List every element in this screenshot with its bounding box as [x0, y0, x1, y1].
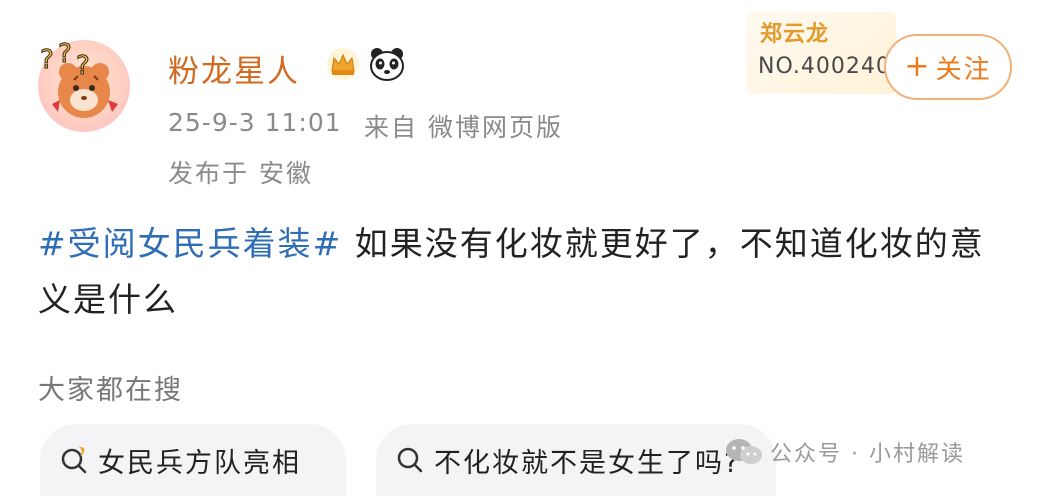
weibo-post-card: ? ? ? 粉龙星人 25-9-3 11:01 来自 微博网页版 发布于 安徽 … — [0, 0, 1040, 496]
svg-text:?: ? — [40, 45, 54, 75]
watermark: 公众号 · 小村解读 — [724, 436, 965, 468]
hashtag-link[interactable]: #受阅女民兵着装# — [38, 224, 342, 263]
fan-badge[interactable]: 郑云龙 NO.400240 — [746, 12, 896, 94]
post-source: 来自 微博网页版 — [364, 113, 563, 142]
trending-item-label: 女民兵方队亮相 — [98, 447, 301, 479]
badge-number: NO.400240 — [758, 54, 891, 79]
trending-label: 大家都在搜 — [38, 375, 183, 406]
search-icon — [397, 447, 423, 473]
trending-chip[interactable]: 不化妆就不是女生了吗? — [376, 424, 776, 496]
badge-name: 郑云龙 — [760, 22, 830, 47]
question-marks-icon: ? ? ? — [40, 40, 91, 80]
avatar[interactable]: ? ? ? — [38, 40, 130, 132]
watermark-text: 公众号 · 小村解读 — [770, 442, 965, 467]
trending-chip[interactable]: 女民兵方队亮相 — [40, 424, 346, 496]
svg-text:?: ? — [58, 40, 72, 69]
follow-button[interactable]: + 关注 — [884, 34, 1012, 100]
trending-item-label: 不化妆就不是女生了吗? — [434, 447, 741, 479]
panda-icon — [370, 48, 404, 81]
post-content: #受阅女民兵着装# 如果没有化妆就更好了，不知道化妆的意义是什么 — [38, 216, 1018, 328]
post-location: 发布于 安徽 — [168, 159, 313, 188]
wechat-icon — [726, 439, 762, 464]
follow-label: 关注 — [935, 54, 992, 85]
username[interactable]: 粉龙星人 — [168, 46, 300, 91]
hot-search-icon — [61, 446, 87, 474]
crown-icon — [327, 48, 359, 80]
svg-text:?: ? — [76, 51, 90, 80]
plus-icon: + — [904, 49, 930, 84]
post-time: 25-9-3 11:01 — [168, 108, 342, 137]
